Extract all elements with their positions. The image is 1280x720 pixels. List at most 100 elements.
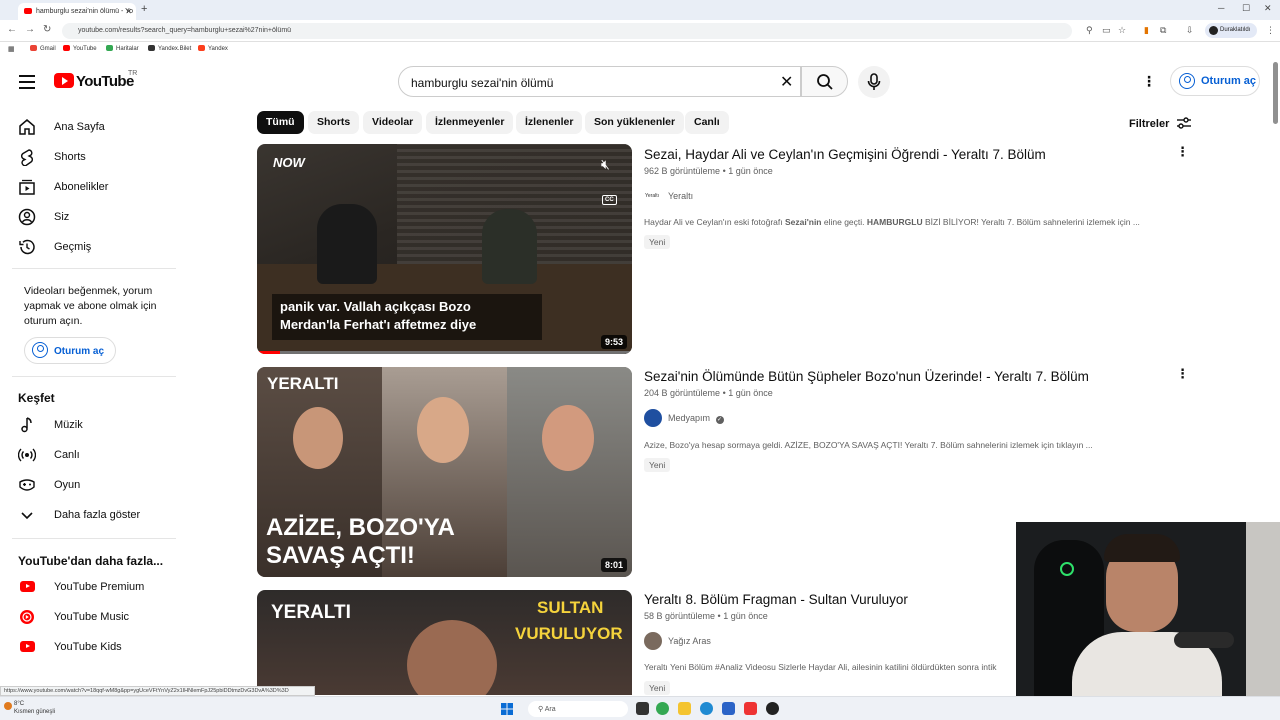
sidebar-item-you[interactable]: Siz [18,208,168,230]
subscriptions-icon [19,179,35,195]
signin-button[interactable]: Oturum aç [1170,66,1260,96]
browser-menu-icon[interactable]: ⋮ [1266,25,1275,36]
sidebar-divider [12,376,176,377]
chip-unwatched[interactable]: İzlenmeyenler [426,111,514,134]
sidebar-show-more[interactable]: Daha fazla göster [18,506,168,528]
channel-avatar[interactable] [644,409,662,427]
youtube-app-icon[interactable] [744,702,757,715]
hamburger-menu-icon[interactable] [19,75,35,93]
back-icon[interactable]: ← [7,24,17,35]
reload-icon[interactable]: ↻ [43,24,51,35]
signin-prompt-text: Videoları beğenmek, yorum yapmak ve abon… [24,285,157,327]
chip-recently-uploaded[interactable]: Son yüklenenler [585,111,685,134]
page-scrollbar-thumb[interactable] [1273,62,1278,124]
sidebar-item-label: Siz [54,211,70,223]
browser-tab[interactable]: hamburglu sezai'nin ölümü - Yo ✕ [18,3,136,20]
chip-videos[interactable]: Videolar [363,111,423,134]
bookmark-yandex-bilet[interactable]: Yandex.Bilet [148,45,191,52]
thumbnail-face [417,397,469,463]
youtube-favicon-icon [24,8,32,14]
new-tab-button[interactable]: + [141,3,147,15]
channel-name[interactable]: Yeraltı [668,191,693,201]
store-icon[interactable] [722,702,735,715]
more-options-icon[interactable]: ⋮ [1142,73,1156,90]
channel-avatar[interactable] [644,632,662,650]
bookmark-gmail[interactable]: Gmail [30,45,56,52]
sidebar-item-shorts[interactable]: Shorts [18,148,168,170]
sidebar-item-subscriptions[interactable]: Abonelikler [18,178,168,200]
voice-search-button[interactable] [858,66,890,98]
close-tab-icon[interactable]: ✕ [125,7,132,16]
sidebar-item-music[interactable]: Müzik [18,416,168,438]
sidebar-item-label: Ana Sayfa [54,121,105,133]
channel-avatar[interactable]: Yeraltı [644,187,662,205]
cast-icon[interactable]: ▭ [1102,25,1111,36]
new-badge: Yeni [644,458,671,472]
sidebar-item-history[interactable]: Geçmiş [18,238,168,260]
minimize-icon[interactable]: ─ [1218,3,1224,13]
app-icon[interactable] [766,702,779,715]
zoom-icon[interactable]: ⚲ [1086,25,1093,36]
extensions-puzzle-icon[interactable]: ⧉ [1160,25,1166,36]
download-icon[interactable]: ⇩ [1186,25,1194,36]
video-description: Haydar Ali ve Ceylan'ın eski fotoğrafı S… [644,217,1140,227]
music-icon [21,417,32,433]
video-thumbnail[interactable]: NOW 🔇︎ CC panik var. Vallah açıkçası Boz… [257,144,632,354]
gmail-icon [30,45,37,51]
clear-search-icon[interactable]: ✕ [780,72,793,92]
bookmark-youtube[interactable]: YouTube [63,45,97,52]
bookmark-haritalar[interactable]: Haritalar [106,45,139,52]
file-explorer-icon[interactable] [678,702,691,715]
profile-button[interactable]: Duraklatıldı [1205,23,1257,38]
youtube-icon [63,45,70,51]
channel-name[interactable]: Yağız Aras [668,636,711,646]
preview-progress-fill [257,351,280,354]
task-view-icon[interactable] [636,702,649,715]
sidebar-item-youtube-kids[interactable]: YouTube Kids [18,638,168,660]
forward-icon[interactable]: → [25,24,35,35]
weather-widget[interactable]: 8°C Kısmen güneşli [14,700,55,716]
extension-icon[interactable]: ▮ [1144,25,1149,36]
sidebar-signin-button[interactable]: Oturum aç [24,337,116,364]
video-title[interactable]: Sezai, Haydar Ali ve Ceylan'ın Geçmişini… [644,147,1046,162]
video-thumbnail[interactable]: YERALTI AZİZE, BOZO'YA SAVAŞ AÇTI! 8:01 [257,367,632,577]
mute-icon[interactable]: 🔇︎ [601,156,610,173]
sidebar-item-gaming[interactable]: Oyun [18,476,168,498]
video-options-icon[interactable]: ⋮ [1176,144,1189,160]
sidebar-divider [12,268,176,269]
search-input[interactable]: hamburglu sezai'nin ölümü [398,66,801,97]
filters-button[interactable]: Filtreler [1129,116,1192,130]
window-close-icon[interactable]: ✕ [1264,3,1272,14]
bookmark-yandex[interactable]: Yandex [198,45,228,52]
sidebar-item-home[interactable]: Ana Sayfa [18,118,168,140]
address-bar[interactable]: youtube.com/results?search_query=hamburg… [62,23,1072,39]
yandex-bilet-icon [148,45,155,51]
video-thumbnail[interactable]: YERALTI SULTAN VURULUYOR [257,590,632,695]
video-options-icon[interactable]: ⋮ [1176,366,1189,382]
maximize-icon[interactable]: ☐ [1242,3,1250,14]
chip-watched[interactable]: İzlenenler [516,111,583,134]
captions-icon[interactable]: CC [602,195,617,205]
chip-all[interactable]: Tümü [257,111,304,134]
chrome-icon[interactable] [656,702,669,715]
video-title[interactable]: Sezai'nin Ölümünde Bütün Şüpheler Bozo'n… [644,369,1089,384]
live-icon [18,448,36,462]
sidebar-item-live[interactable]: Canlı [18,446,168,468]
sidebar-item-youtube-premium[interactable]: YouTube Premium [18,578,168,600]
maps-icon [106,45,113,51]
bookmark-star-icon[interactable]: ☆ [1118,25,1126,36]
edge-icon[interactable] [700,702,713,715]
thumbnail-brand: YERALTI [267,374,339,393]
chip-live[interactable]: Canlı [685,111,729,134]
apps-grid-icon[interactable]: ▦ [8,45,15,53]
thumbnail-headline: SULTAN [537,598,604,617]
video-title[interactable]: Yeraltı 8. Bölüm Fragman - Sultan Vurulu… [644,592,908,607]
sidebar-item-youtube-music[interactable]: YouTube Music [18,608,168,630]
windows-start-icon[interactable] [501,703,513,715]
search-button[interactable] [801,66,848,97]
taskbar-search[interactable]: ⚲ Ara [528,701,628,717]
channel-name[interactable]: Medyapım ✓ [668,413,724,424]
thumbnail-face [407,620,497,695]
more-from-youtube-heading: YouTube'dan daha fazla... [18,554,164,568]
chip-shorts[interactable]: Shorts [308,111,360,134]
